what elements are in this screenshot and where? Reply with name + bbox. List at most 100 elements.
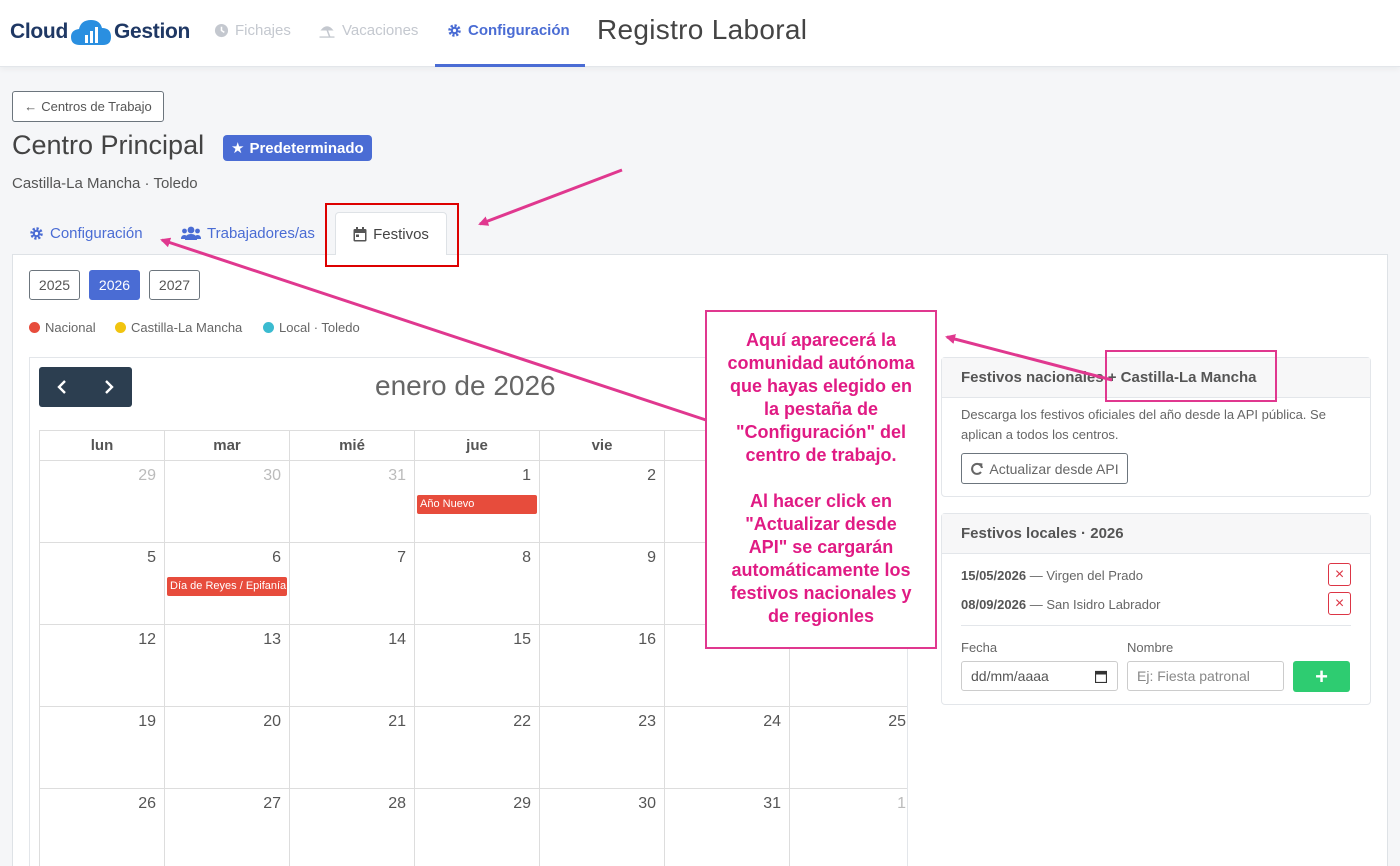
badge-label: Predeterminado bbox=[249, 139, 364, 157]
top-navbar: Cloud Gestion Fichajes Vacaciones Config… bbox=[0, 0, 1400, 67]
back-to-centros-button[interactable]: ← Centros de Trabajo bbox=[12, 91, 164, 122]
weekday-label: lun bbox=[39, 431, 164, 460]
calendar-day[interactable]: 6 Día de Reyes / Epifanía del Señor bbox=[164, 543, 289, 624]
calendar-day[interactable]: 1 Año Nuevo bbox=[414, 461, 539, 542]
update-from-api-button[interactable]: Actualizar desde API bbox=[961, 453, 1128, 484]
calendar-day[interactable]: 21 bbox=[289, 707, 414, 788]
calendar-icon bbox=[1095, 670, 1107, 683]
calendar-day[interactable]: 30 bbox=[164, 461, 289, 542]
calendar-day[interactable]: 26 bbox=[39, 789, 164, 866]
local-holiday-item: 08/09/2026 — San Isidro Labrador bbox=[961, 597, 1161, 612]
holiday-name: — San Isidro Labrador bbox=[1029, 597, 1161, 612]
legend-item-local: Local · Toledo bbox=[263, 320, 360, 335]
calendar-day[interactable]: 15 bbox=[414, 625, 539, 706]
arrow-left-icon: ← bbox=[24, 99, 38, 114]
day-number: 23 bbox=[638, 713, 656, 730]
calendar-day[interactable]: 28 bbox=[289, 789, 414, 866]
calendar-day[interactable]: 22 bbox=[414, 707, 539, 788]
tab-label: Festivos bbox=[373, 225, 429, 243]
star-icon: ★ bbox=[231, 140, 245, 157]
cloud-icon bbox=[70, 20, 111, 45]
calendar-day[interactable]: 9 bbox=[539, 543, 664, 624]
gear-icon bbox=[448, 24, 461, 37]
app-title: Registro Laboral bbox=[597, 14, 808, 45]
day-number: 26 bbox=[138, 795, 156, 812]
calendar-day[interactable]: 29 bbox=[414, 789, 539, 866]
users-icon bbox=[181, 226, 201, 240]
year-button-2026[interactable]: 2026 bbox=[89, 270, 140, 300]
tab-festivos[interactable]: Festivos bbox=[335, 212, 447, 255]
prev-month-button[interactable] bbox=[39, 367, 86, 407]
location-subtitle: Castilla-La Mancha · Toledo bbox=[12, 175, 198, 192]
tab-trabajadores[interactable]: Trabajadores/as bbox=[181, 212, 315, 254]
year-button-2027[interactable]: 2027 bbox=[149, 270, 200, 300]
day-number: 20 bbox=[263, 713, 281, 730]
next-month-button[interactable] bbox=[86, 367, 133, 407]
annotation-line: Al hacer click en bbox=[749, 491, 893, 511]
day-number: 28 bbox=[388, 795, 406, 812]
calendar-day[interactable]: 12 bbox=[39, 625, 164, 706]
nav-item-vacaciones[interactable]: Vacaciones bbox=[318, 22, 418, 39]
close-icon: × bbox=[1334, 565, 1345, 583]
calendar-day[interactable]: 30 bbox=[539, 789, 664, 866]
brand-logo[interactable]: Cloud Gestion bbox=[10, 14, 190, 50]
calendar-day[interactable]: 31 bbox=[289, 461, 414, 542]
calendar-day[interactable]: 25 bbox=[789, 707, 907, 788]
day-number: 15 bbox=[513, 631, 531, 648]
calendar-day[interactable]: 31 bbox=[664, 789, 789, 866]
day-number: 29 bbox=[138, 467, 156, 484]
calendar-day[interactable]: 29 bbox=[39, 461, 164, 542]
calendar-day[interactable]: 7 bbox=[289, 543, 414, 624]
annotation-line: la pestaña de bbox=[763, 399, 879, 419]
calendar-day[interactable]: 13 bbox=[164, 625, 289, 706]
nav-active-indicator bbox=[435, 64, 585, 67]
year-button-2025[interactable]: 2025 bbox=[29, 270, 80, 300]
delete-holiday-button[interactable]: × bbox=[1328, 563, 1351, 586]
calendar-day[interactable]: 1 bbox=[789, 789, 907, 866]
tab-configuracion[interactable]: Configuración bbox=[29, 212, 143, 254]
calendar-day[interactable]: 20 bbox=[164, 707, 289, 788]
calendar-day[interactable]: 23 bbox=[539, 707, 664, 788]
calendar-day[interactable]: 24 bbox=[664, 707, 789, 788]
annotation-line: API" se cargarán bbox=[748, 537, 894, 557]
calendar-day[interactable]: 14 bbox=[289, 625, 414, 706]
nav-item-configuracion[interactable]: Configuración bbox=[447, 22, 570, 39]
legend-label: Castilla-La Mancha bbox=[131, 320, 243, 335]
legend-dot bbox=[263, 322, 274, 333]
day-number: 2 bbox=[647, 467, 656, 484]
chevron-left-icon bbox=[57, 380, 67, 394]
name-input-placeholder: Ej: Fiesta patronal bbox=[1137, 668, 1250, 684]
calendar-day[interactable]: 2 bbox=[539, 461, 664, 542]
calendar-day[interactable]: 5 bbox=[39, 543, 164, 624]
name-label: Nombre bbox=[1127, 640, 1174, 655]
divider bbox=[961, 625, 1351, 626]
brand-name-part2: Gestion bbox=[113, 20, 191, 43]
legend-dot bbox=[115, 322, 126, 333]
weekday-label: mar bbox=[164, 431, 289, 460]
legend-item-regional: Castilla-La Mancha bbox=[115, 320, 242, 335]
nav-item-fichajes[interactable]: Fichajes bbox=[214, 22, 291, 39]
calendar-day[interactable]: 27 bbox=[164, 789, 289, 866]
annotation-line: Aquí aparecerá la bbox=[745, 330, 897, 350]
annotation-line: "Configuración" del bbox=[735, 422, 907, 442]
holiday-name-input[interactable]: Ej: Fiesta patronal bbox=[1127, 661, 1284, 691]
nav-item-label: Configuración bbox=[468, 22, 570, 39]
delete-holiday-button[interactable]: × bbox=[1328, 592, 1351, 615]
calendar-nav-group bbox=[39, 367, 132, 407]
legend-label: Nacional bbox=[45, 320, 96, 335]
date-input[interactable]: dd/mm/aaaa bbox=[961, 661, 1118, 691]
calendar-day[interactable]: 16 bbox=[539, 625, 664, 706]
legend-label: Local · Toledo bbox=[279, 320, 360, 335]
day-number: 5 bbox=[147, 549, 156, 566]
holiday-event[interactable]: Año Nuevo bbox=[417, 495, 537, 514]
calendar-day[interactable]: 8 bbox=[414, 543, 539, 624]
annotation-line: que hayas elegido en bbox=[729, 376, 913, 396]
day-number: 31 bbox=[763, 795, 781, 812]
holiday-date: 08/09/2026 bbox=[961, 597, 1027, 612]
tab-label: Trabajadores/as bbox=[207, 224, 315, 242]
day-number: 12 bbox=[138, 631, 156, 648]
calendar-day[interactable]: 19 bbox=[39, 707, 164, 788]
day-number: 24 bbox=[763, 713, 781, 730]
add-holiday-button[interactable]: + bbox=[1293, 661, 1350, 692]
holiday-event[interactable]: Día de Reyes / Epifanía del Señor bbox=[167, 577, 287, 596]
